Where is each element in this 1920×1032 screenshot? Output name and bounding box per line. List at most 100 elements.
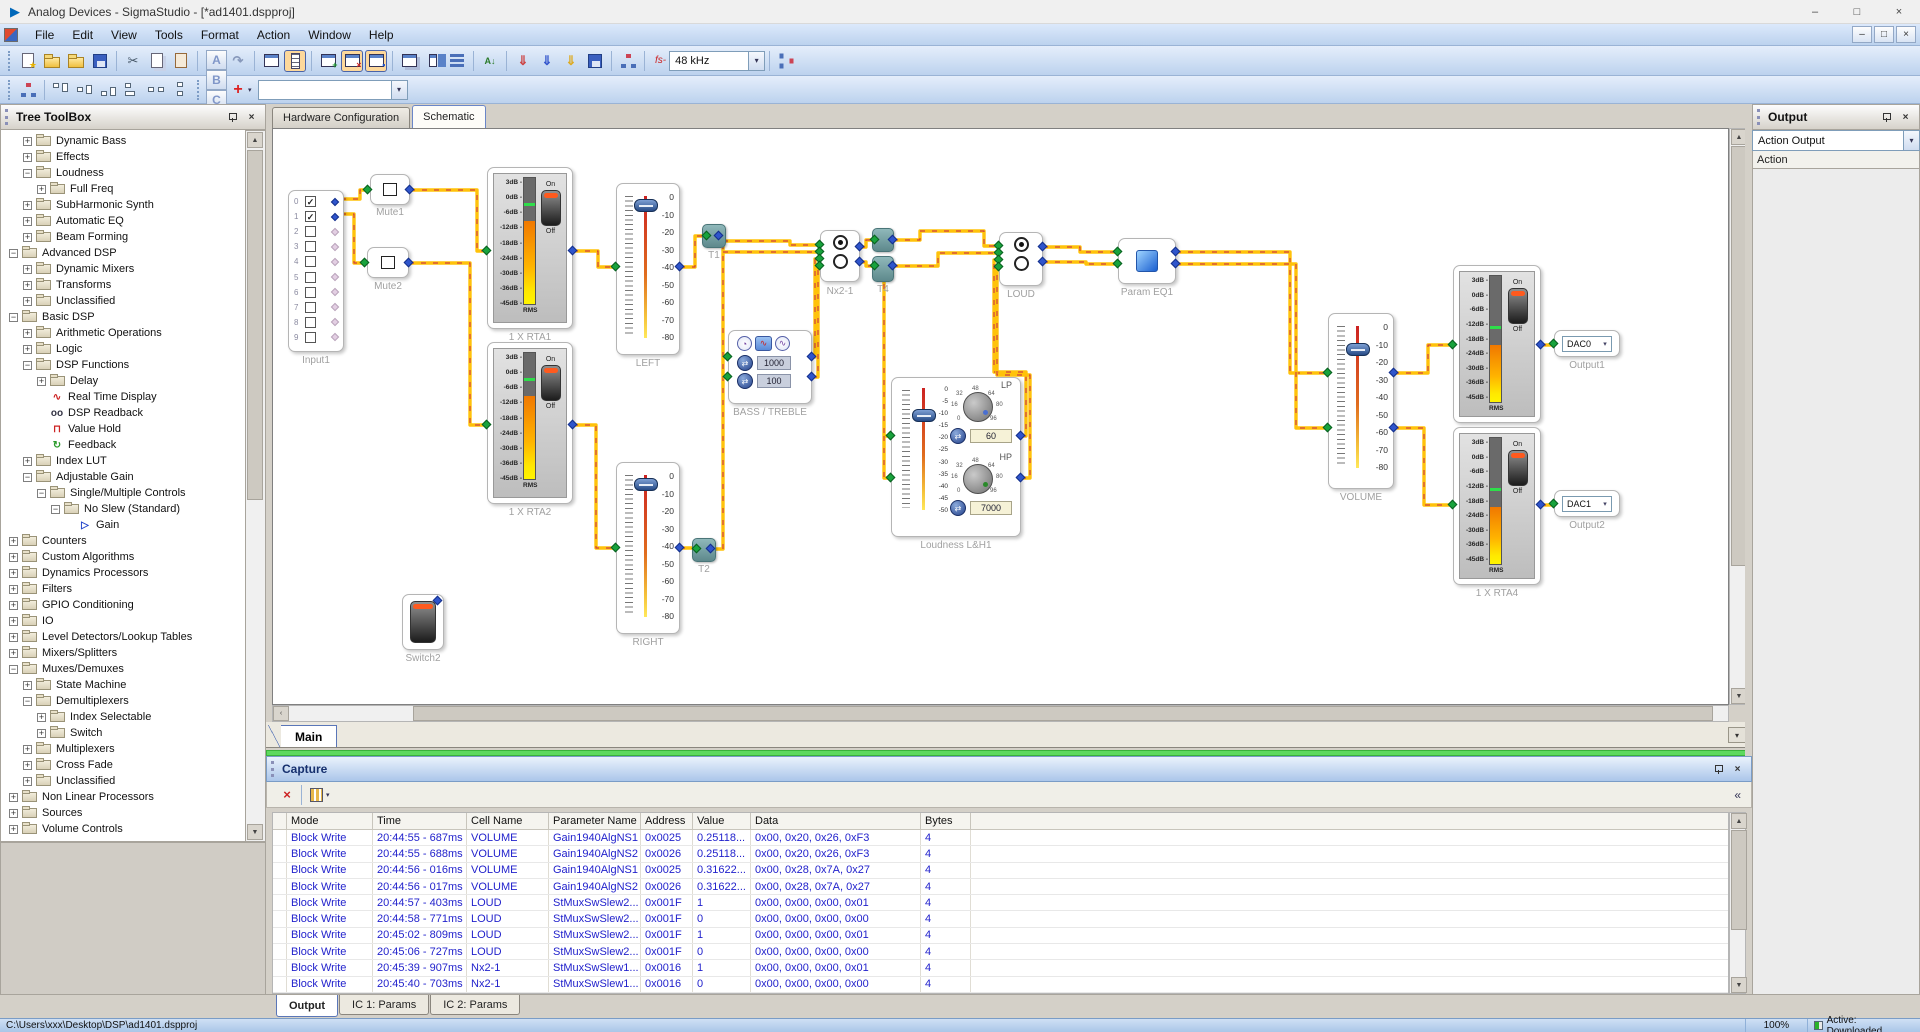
tree-item-cross-fade[interactable]: +Cross Fade xyxy=(1,757,245,773)
column-picker-button[interactable] xyxy=(306,785,326,805)
mute-checkbox[interactable] xyxy=(383,183,397,196)
eq-icon[interactable] xyxy=(1136,250,1158,272)
expand-icon[interactable]: + xyxy=(23,201,32,210)
tree-item-effects[interactable]: +Effects xyxy=(1,149,245,165)
panel-grip[interactable] xyxy=(1757,109,1762,125)
tree-item-state-machine[interactable]: +State Machine xyxy=(1,677,245,693)
action-output-combo[interactable]: Action Output ▾ xyxy=(1752,130,1920,151)
menu-file[interactable]: File xyxy=(26,26,63,44)
expand-icon[interactable]: + xyxy=(9,553,18,562)
paste-button[interactable] xyxy=(170,50,192,72)
channel-checkbox[interactable] xyxy=(305,272,316,283)
tree-item-index-selectable[interactable]: +Index Selectable xyxy=(1,709,245,725)
expand-icon[interactable]: + xyxy=(23,777,32,786)
dac1-select[interactable]: DAC1▾ xyxy=(1562,496,1612,512)
tree-item-gain[interactable]: ▷Gain xyxy=(1,517,245,533)
column-header-address[interactable]: Address xyxy=(641,813,693,829)
capture-row[interactable]: Block Write20:44:55 - 687msVOLUMEGain194… xyxy=(273,830,1728,846)
copy-button[interactable] xyxy=(146,50,168,72)
align-left-button[interactable] xyxy=(123,81,143,99)
redo-button[interactable]: ↷ xyxy=(227,50,249,72)
tree-item-dsp-functions[interactable]: −DSP Functions xyxy=(1,357,245,373)
channel-checkbox[interactable] xyxy=(305,256,316,267)
block-param-eq1[interactable] xyxy=(1118,238,1176,284)
toolbar-grip[interactable] xyxy=(8,51,12,71)
scroll-up-icon[interactable]: ▲ xyxy=(247,132,263,148)
tree-item-non-linear-processors[interactable]: +Non Linear Processors xyxy=(1,789,245,805)
row-selector[interactable] xyxy=(273,977,287,992)
tree-item-mixers-splitters[interactable]: +Mixers/Splitters xyxy=(1,645,245,661)
column-header-bytes[interactable]: Bytes xyxy=(921,813,971,829)
expand-icon[interactable]: + xyxy=(9,537,18,546)
style-combo[interactable]: ▾ xyxy=(258,80,408,100)
switch-toggle[interactable] xyxy=(410,601,436,643)
chevron-down-icon[interactable]: ▾ xyxy=(1599,497,1611,511)
scroll-down-icon[interactable]: ▼ xyxy=(1731,977,1747,993)
close-button[interactable]: × xyxy=(1878,0,1920,23)
pin-icon[interactable] xyxy=(1879,110,1894,124)
bass-freq-value[interactable]: 1000 xyxy=(757,356,791,370)
capture-row[interactable]: Block Write20:44:56 - 017msVOLUMEGain194… xyxy=(273,879,1728,895)
expand-icon[interactable]: + xyxy=(23,329,32,338)
duplicate-window-button[interactable] xyxy=(398,50,420,72)
mux-select-radio[interactable] xyxy=(1014,237,1029,252)
scroll-down-icon[interactable]: ▼ xyxy=(247,824,263,840)
annotation-b-button[interactable]: B xyxy=(206,70,227,90)
capture-row[interactable]: Block Write20:44:58 - 771msLOUDStMuxSwSl… xyxy=(273,911,1728,927)
menu-edit[interactable]: Edit xyxy=(63,26,102,44)
toolbar-grip[interactable] xyxy=(197,80,201,100)
add-window-button[interactable] xyxy=(317,50,339,72)
expand-icon[interactable]: + xyxy=(23,265,32,274)
input-channel-2[interactable]: 2 xyxy=(289,224,343,239)
expand-icon[interactable]: + xyxy=(9,825,18,834)
fader-knob[interactable] xyxy=(634,199,658,212)
collapse-icon[interactable]: − xyxy=(23,473,32,482)
expand-icon[interactable]: + xyxy=(9,585,18,594)
collapse-panel-icon[interactable]: « xyxy=(1734,788,1741,802)
link-compile-button[interactable]: ⇓ xyxy=(536,50,558,72)
scrollbar-thumb[interactable] xyxy=(247,150,263,500)
chevron-down-icon[interactable]: ▾ xyxy=(391,81,407,99)
tree-item-dynamic-bass[interactable]: +Dynamic Bass xyxy=(1,133,245,149)
input-channel-9[interactable]: 9 xyxy=(289,330,343,345)
tree-item-switch[interactable]: +Switch xyxy=(1,725,245,741)
canvas-hscrollbar[interactable]: ‹ xyxy=(272,705,1729,722)
tab-main[interactable]: Main xyxy=(280,725,337,747)
mux-select-radio[interactable] xyxy=(833,254,848,269)
chevron-down-icon[interactable]: ▾ xyxy=(1903,131,1919,150)
block-loud[interactable] xyxy=(999,232,1043,286)
close-icon[interactable]: × xyxy=(1898,110,1913,124)
tree-item-loudness[interactable]: −Loudness xyxy=(1,165,245,181)
row-selector[interactable] xyxy=(273,846,287,861)
annotation-a-button[interactable]: A xyxy=(206,50,227,70)
ruler-toggle-button[interactable] xyxy=(284,50,306,72)
collapse-icon[interactable]: − xyxy=(23,169,32,178)
pin-icon[interactable] xyxy=(225,110,240,124)
lp-freq-value[interactable]: 60 xyxy=(970,429,1012,443)
block-rta2[interactable]: 3dB0dB-6dB-12dB-18dB-24dB-30dB-36dB-45dB… xyxy=(487,342,573,504)
tree-item-feedback[interactable]: ↻Feedback xyxy=(1,437,245,453)
minimize-button[interactable]: – xyxy=(1794,0,1836,23)
channel-checkbox[interactable] xyxy=(305,317,316,328)
block-rta4-top[interactable]: 3dB0dB-6dB-12dB-18dB-24dB-30dB-36dB-45dB… xyxy=(1453,265,1541,423)
row-selector[interactable] xyxy=(273,911,287,926)
row-selector[interactable] xyxy=(273,928,287,943)
tree-item-io[interactable]: +IO xyxy=(1,613,245,629)
expand-icon[interactable]: + xyxy=(9,649,18,658)
hp-knob[interactable] xyxy=(963,464,993,494)
expand-icon[interactable]: + xyxy=(9,569,18,578)
tab-ic-2-params[interactable]: IC 2: Params xyxy=(430,995,520,1015)
capture-row[interactable]: Block Write20:45:39 - 907msNx2-1StMuxSwS… xyxy=(273,960,1728,976)
expand-icon[interactable]: + xyxy=(23,281,32,290)
block-bass-treble[interactable]: ◔ ∿ ∿ ⇄ 1000 ⇄ 100 xyxy=(728,330,812,404)
input-channel-4[interactable]: 4 xyxy=(289,254,343,269)
expand-icon[interactable]: + xyxy=(23,345,32,354)
expand-icon[interactable]: + xyxy=(9,809,18,818)
tree-item-volume-controls[interactable]: +Volume Controls xyxy=(1,821,245,837)
tree-item-beam-forming[interactable]: +Beam Forming xyxy=(1,229,245,245)
capture-row[interactable]: Block Write20:45:06 - 727msLOUDStMuxSwSl… xyxy=(273,944,1728,960)
tree-item-dynamic-mixers[interactable]: +Dynamic Mixers xyxy=(1,261,245,277)
tree-item-automatic-eq[interactable]: +Automatic EQ xyxy=(1,213,245,229)
tree-item-adjustable-gain[interactable]: −Adjustable Gain xyxy=(1,469,245,485)
collapse-icon[interactable]: − xyxy=(23,361,32,370)
